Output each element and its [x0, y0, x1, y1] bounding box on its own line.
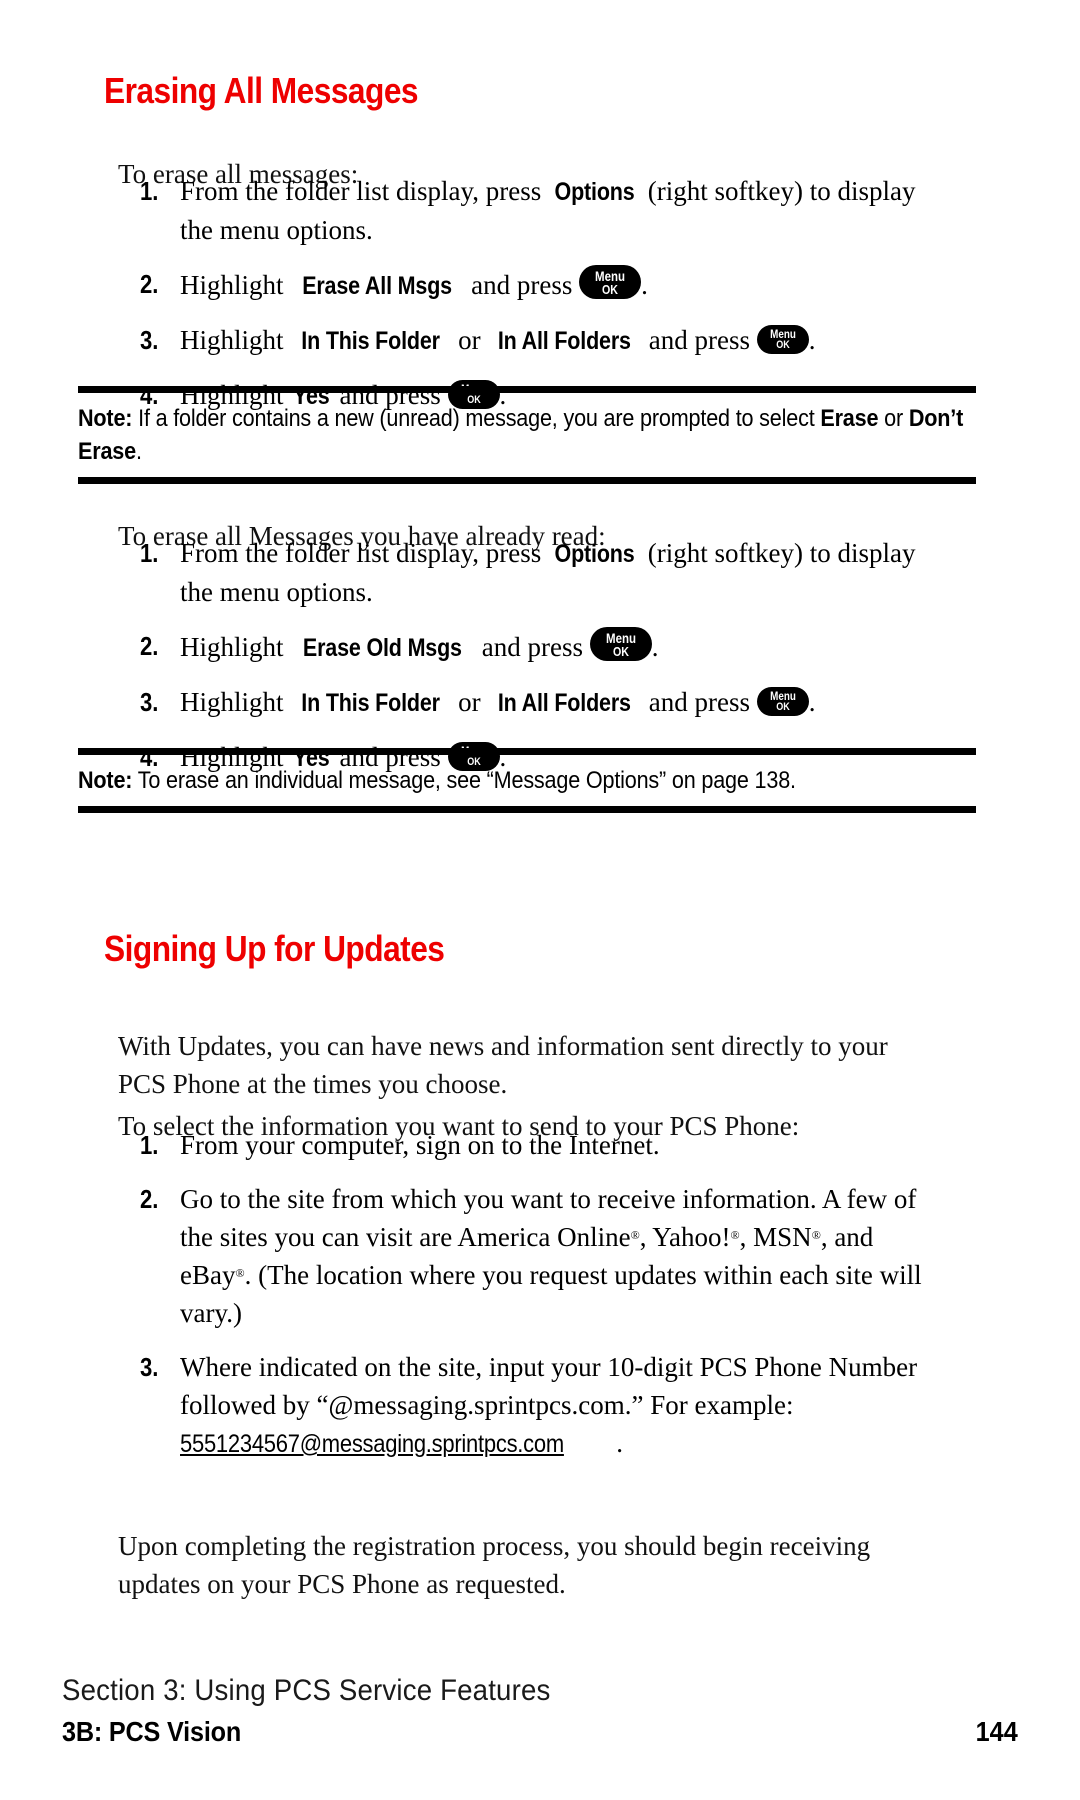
menu-ok-key-top-label: Menu: [595, 268, 626, 284]
menu-ok-key-bottom-label: OK: [775, 339, 790, 351]
numbered-step: 1. From your computer, sign on to the Int…: [140, 1126, 930, 1164]
step-number: 2.: [140, 1184, 159, 1214]
step-text: From the folder list display, press Opti…: [180, 538, 915, 607]
note-text-message-options: Note: To erase an individual message, se…: [78, 767, 796, 794]
intro-paragraph-updates: With Updates, you can have news and info…: [118, 1031, 888, 1099]
note-text-unread-message: Note: If a folder contains a new (unread…: [78, 405, 964, 465]
note-rule-top-2: [78, 748, 976, 755]
note-rule-bottom-2: [78, 806, 976, 813]
step-text: Go to the site from which you want to re…: [180, 1184, 922, 1328]
manual-page: Erasing All Messages To erase all messag…: [0, 0, 1080, 1800]
numbered-step: 2. Highlight Erase All Msgs and press Men…: [140, 265, 930, 305]
footer-page-number: 144: [975, 1716, 1018, 1747]
page-title-signing-up-for-updates: Signing Up for Updates: [104, 928, 445, 969]
step-number: 1.: [140, 176, 159, 206]
step-text: Highlight Erase All Msgs and press Menu O…: [180, 265, 648, 300]
note-rule-top: [78, 386, 976, 393]
step-number: 1.: [140, 538, 159, 568]
steps-signing-up-for-updates: 1. From your computer, sign on to the Int…: [140, 1126, 930, 1479]
ui-element-name: Options: [554, 178, 635, 206]
menu-ok-key-icon: Menu OK: [589, 627, 652, 661]
step-text: Highlight Erase Old Msgs and press Menu O…: [180, 627, 659, 662]
numbered-step: 3. Highlight In This Folder or In All Fol…: [140, 683, 930, 722]
ui-element-name: In This Folder: [301, 327, 441, 355]
note-rule-bottom: [78, 477, 976, 484]
numbered-step: 1. From the folder list display, press Op…: [140, 172, 930, 249]
step-text: Highlight In This Folder or In All Folde…: [180, 687, 815, 717]
numbered-step: 2. Highlight Erase Old Msgs and press Men…: [140, 627, 930, 667]
ui-element-name: Erase All Msgs: [302, 272, 453, 300]
registered-trademark-icon: ®: [630, 1228, 640, 1242]
menu-ok-key-icon: Menu OK: [756, 687, 809, 716]
step-text: From your computer, sign on to the Inter…: [180, 1130, 660, 1160]
footer-chapter-label: 3B: PCS Vision: [62, 1716, 242, 1747]
numbered-step: 3. Highlight In This Folder or In All Fol…: [140, 321, 930, 360]
ui-element-name: Options: [554, 540, 635, 568]
page-footer: Section 3: Using PCS Service Features 3B…: [62, 1672, 1018, 1748]
menu-ok-key-icon: Menu OK: [579, 265, 642, 299]
closing-paragraph-updates: Upon completing the registration process…: [118, 1531, 871, 1599]
note-emphasis: Note:: [78, 767, 133, 794]
step-text: Where indicated on the site, input your …: [180, 1352, 917, 1458]
menu-ok-key-bottom-label: OK: [602, 282, 619, 297]
page-title-erasing-all-messages: Erasing All Messages: [104, 70, 419, 111]
step-text: Highlight In This Folder or In All Folde…: [180, 325, 815, 355]
note-box-unread-message: Note: If a folder contains a new (unread…: [78, 386, 976, 484]
note-emphasis: Note:: [78, 405, 133, 432]
note-box-message-options: Note: To erase an individual message, se…: [78, 748, 976, 813]
footer-bottom-row: 3B: PCS Vision 144: [62, 1716, 1018, 1748]
numbered-step: 1. From the folder list display, press Op…: [140, 534, 930, 611]
ui-element-name: In All Folders: [498, 327, 632, 355]
note-emphasis: Erase: [820, 405, 879, 432]
step-text: From the folder list display, press Opti…: [180, 176, 915, 245]
step-number: 3.: [140, 687, 159, 717]
step-number: 2.: [140, 631, 159, 661]
registered-trademark-icon: ®: [235, 1266, 245, 1280]
ui-element-name: In All Folders: [498, 689, 632, 717]
example-email-address: 5551234567@messaging.sprintpcs.com: [180, 1430, 564, 1458]
registered-trademark-icon: ®: [811, 1228, 821, 1242]
step-number: 3.: [140, 325, 159, 355]
numbered-step: 2. Go to the site from which you want to …: [140, 1180, 930, 1332]
registered-trademark-icon: ®: [730, 1228, 740, 1242]
menu-ok-key-bottom-label: OK: [612, 644, 629, 659]
ui-element-name: In This Folder: [301, 689, 441, 717]
numbered-step: 3. Where indicated on the site, input you…: [140, 1348, 930, 1463]
menu-ok-key-bottom-label: OK: [775, 701, 790, 713]
footer-section-label: Section 3: Using PCS Service Features: [62, 1674, 551, 1707]
step-number: 1.: [140, 1130, 159, 1160]
menu-ok-key-icon: Menu OK: [756, 325, 809, 354]
ui-element-name: Erase Old Msgs: [303, 634, 463, 662]
step-number: 2.: [140, 269, 159, 299]
step-number: 3.: [140, 1352, 159, 1382]
menu-ok-key-top-label: Menu: [605, 630, 636, 646]
